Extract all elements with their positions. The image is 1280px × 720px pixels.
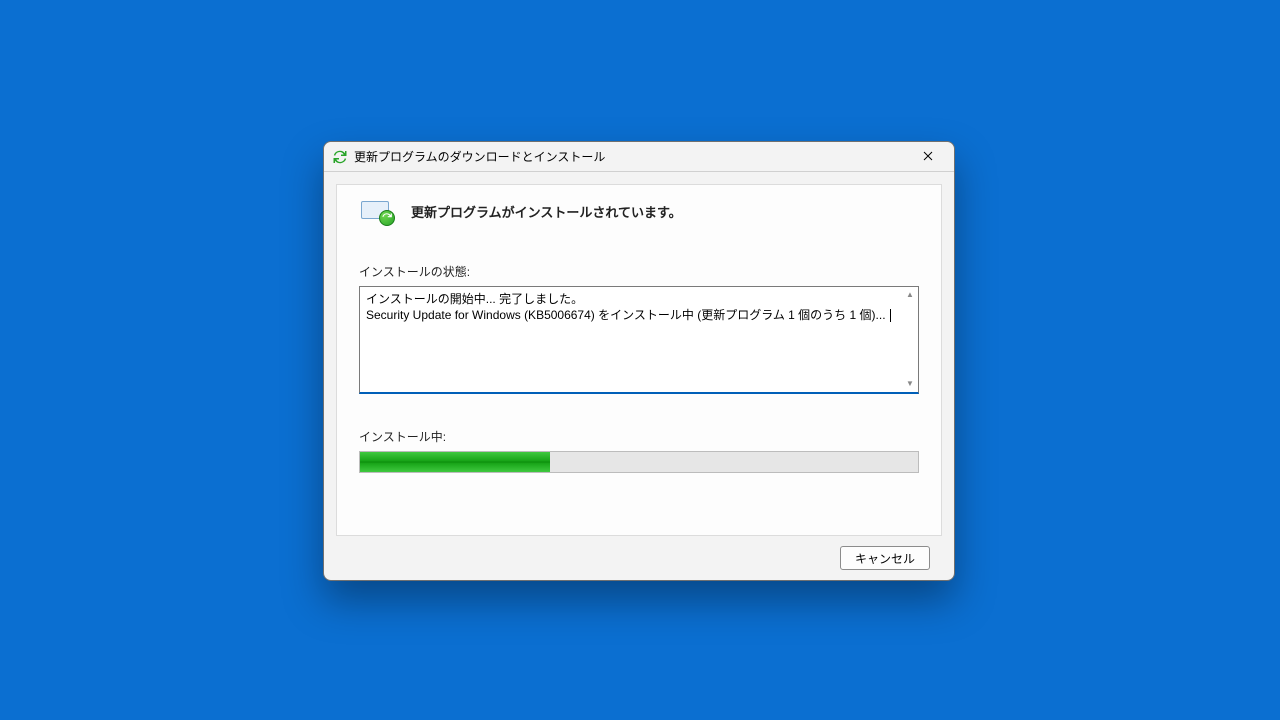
update-box-icon (359, 199, 393, 223)
close-button[interactable] (908, 143, 948, 171)
progress-fill (360, 452, 550, 472)
progress-label: インストール中: (359, 428, 919, 445)
status-textbox[interactable]: インストールの開始中... 完了しました。 Security Update fo… (359, 286, 919, 394)
update-refresh-icon (332, 149, 348, 165)
dialog-footer: キャンセル (336, 536, 942, 580)
content-area: 更新プログラムがインストールされています。 インストールの状態: インストールの… (324, 172, 954, 580)
update-dialog: 更新プログラムのダウンロードとインストール 更新プログラムがインストールされてい… (323, 141, 955, 581)
main-panel: 更新プログラムがインストールされています。 インストールの状態: インストールの… (336, 184, 942, 536)
status-label: インストールの状態: (359, 263, 919, 280)
progress-bar (359, 451, 919, 473)
scroll-up-icon[interactable]: ▲ (903, 288, 917, 302)
page-heading: 更新プログラムがインストールされています。 (411, 202, 682, 221)
close-icon (923, 149, 933, 164)
status-line: Security Update for Windows (KB5006674) … (366, 307, 902, 323)
scroll-down-icon[interactable]: ▼ (903, 377, 917, 391)
window-title: 更新プログラムのダウンロードとインストール (354, 148, 908, 165)
status-line: インストールの開始中... 完了しました。 (366, 291, 902, 307)
text-caret (890, 309, 891, 322)
titlebar[interactable]: 更新プログラムのダウンロードとインストール (324, 142, 954, 172)
header-row: 更新プログラムがインストールされています。 (359, 199, 919, 223)
cancel-button[interactable]: キャンセル (840, 546, 930, 570)
